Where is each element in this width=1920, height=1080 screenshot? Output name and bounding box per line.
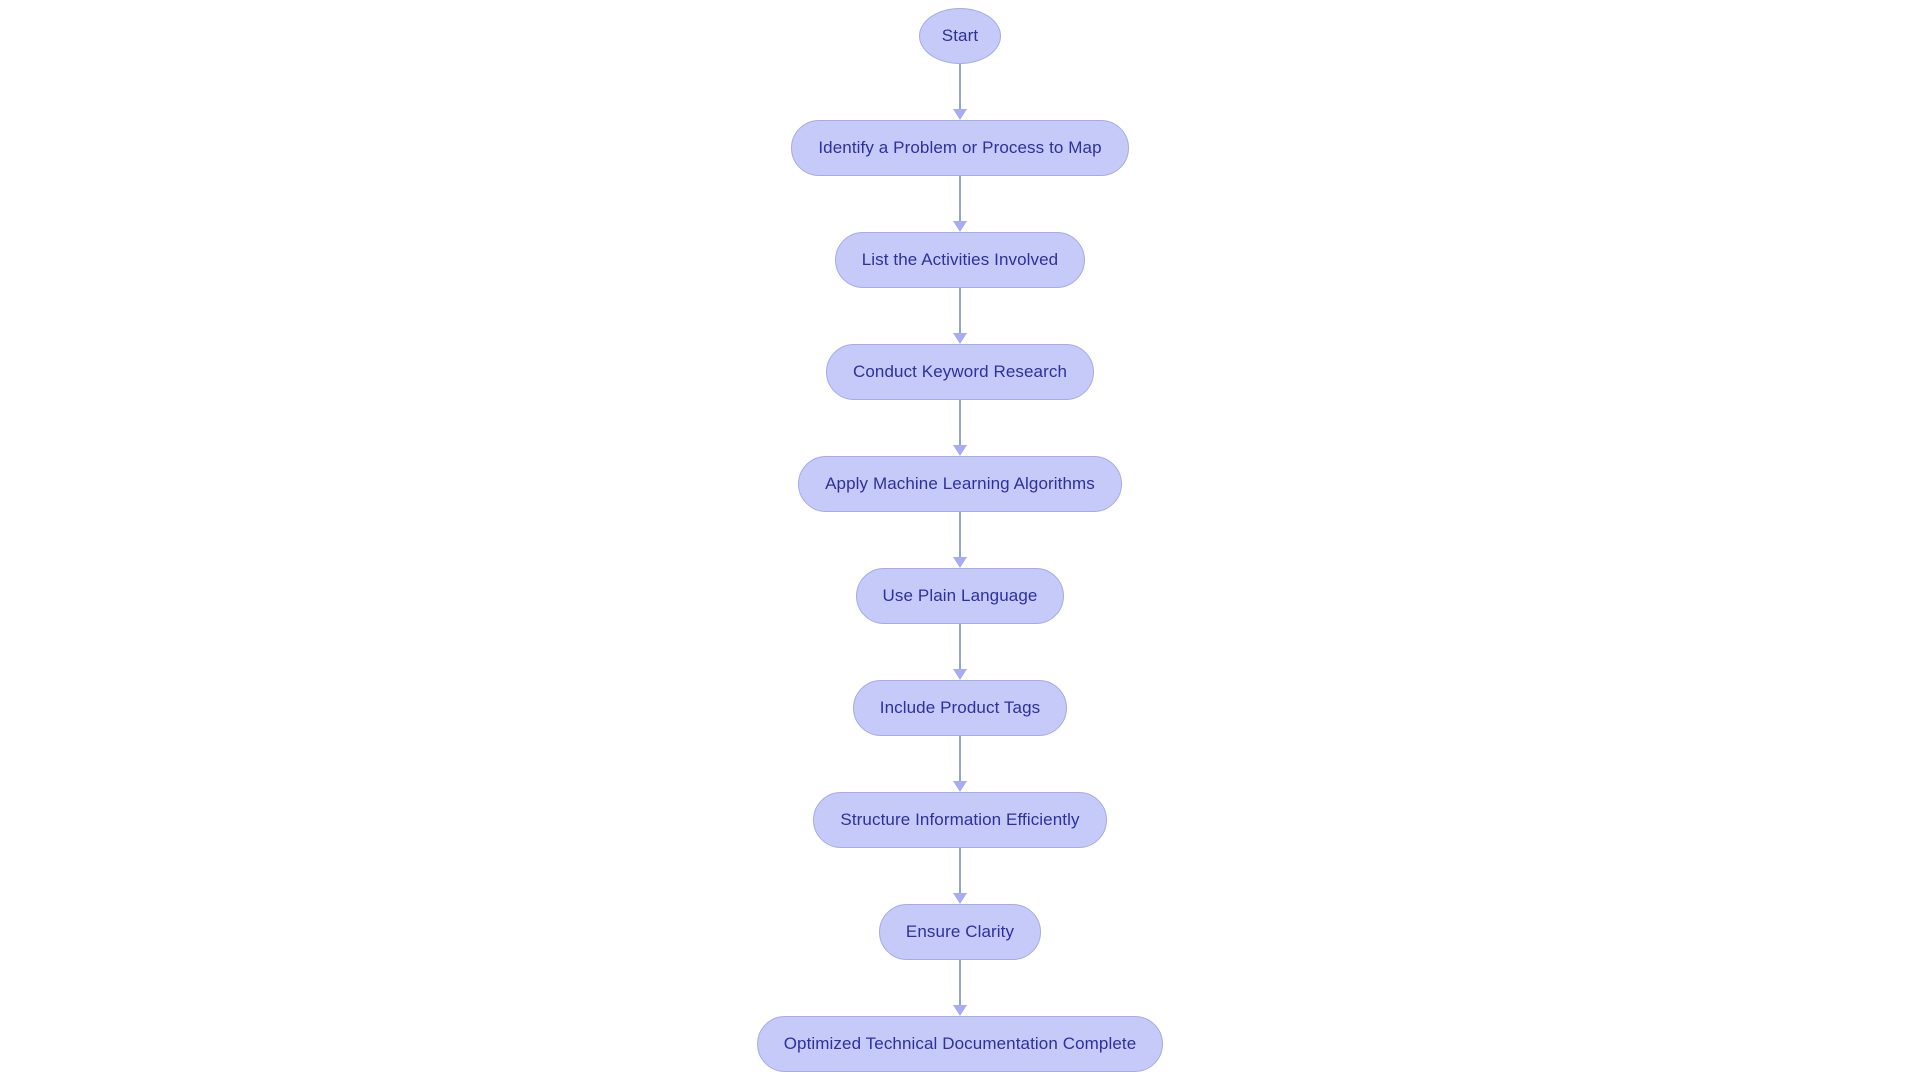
- flow-edge-ensure-clarity-to-optimized-technical-documentation-complete: [953, 960, 967, 1016]
- flow-edge-identify-a-problem-or-process-to-map-to-list-the-activities-involved: [953, 176, 967, 232]
- arrow-down-icon: [953, 1005, 967, 1016]
- flow-edge-list-the-activities-involved-to-conduct-keyword-research: [953, 288, 967, 344]
- arrow-down-icon: [953, 445, 967, 456]
- flow-node-start[interactable]: Start: [918, 8, 1002, 64]
- edge-line: [959, 736, 961, 782]
- flow-node-label: Conduct Keyword Research: [852, 362, 1068, 381]
- flowchart-node-column: Start Identify a Problem or Process to M…: [0, 0, 1920, 1080]
- flow-node-label: Apply Machine Learning Algorithms: [825, 474, 1095, 493]
- edge-line: [959, 288, 961, 334]
- flow-node-include-product-tags[interactable]: Include Product Tags: [852, 680, 1068, 736]
- flow-edge-use-plain-language-to-include-product-tags: [953, 624, 967, 680]
- edge-line: [959, 960, 961, 1006]
- flow-node-identify-a-problem-or-process-to-map[interactable]: Identify a Problem or Process to Map: [791, 120, 1129, 176]
- flow-node-structure-information-efficiently[interactable]: Structure Information Efficiently: [813, 792, 1107, 848]
- flow-edge-conduct-keyword-research-to-apply-machine-learning-algorithms: [953, 400, 967, 456]
- flowchart-canvas: Start Identify a Problem or Process to M…: [0, 0, 1920, 1080]
- arrow-down-icon: [953, 893, 967, 904]
- flow-edge-start-to-identify-a-problem-or-process-to-map: [953, 64, 967, 120]
- arrow-down-icon: [953, 557, 967, 568]
- flow-node-apply-machine-learning-algorithms[interactable]: Apply Machine Learning Algorithms: [798, 456, 1122, 512]
- flow-node-optimized-technical-documentation-complete[interactable]: Optimized Technical Documentation Comple…: [756, 1016, 1164, 1072]
- edge-line: [959, 848, 961, 894]
- flow-node-label: Start: [941, 26, 979, 45]
- flow-node-ensure-clarity[interactable]: Ensure Clarity: [878, 904, 1042, 960]
- flow-node-use-plain-language[interactable]: Use Plain Language: [855, 568, 1065, 624]
- flow-edge-apply-machine-learning-algorithms-to-use-plain-language: [953, 512, 967, 568]
- flow-node-label: Ensure Clarity: [905, 922, 1015, 941]
- arrow-down-icon: [953, 109, 967, 120]
- edge-line: [959, 176, 961, 222]
- flow-node-label: Include Product Tags: [879, 698, 1041, 717]
- flow-node-label: Optimized Technical Documentation Comple…: [783, 1034, 1137, 1053]
- flow-node-label: List the Activities Involved: [861, 250, 1059, 269]
- flow-node-label: Structure Information Efficiently: [840, 810, 1080, 829]
- edge-line: [959, 64, 961, 110]
- arrow-down-icon: [953, 333, 967, 344]
- arrow-down-icon: [953, 669, 967, 680]
- flow-edge-structure-information-efficiently-to-ensure-clarity: [953, 848, 967, 904]
- edge-line: [959, 624, 961, 670]
- arrow-down-icon: [953, 221, 967, 232]
- edge-line: [959, 512, 961, 558]
- flow-node-conduct-keyword-research[interactable]: Conduct Keyword Research: [825, 344, 1095, 400]
- edge-line: [959, 400, 961, 446]
- flow-edge-include-product-tags-to-structure-information-efficiently: [953, 736, 967, 792]
- flow-node-list-the-activities-involved[interactable]: List the Activities Involved: [834, 232, 1086, 288]
- flow-node-label: Use Plain Language: [882, 586, 1038, 605]
- flow-node-label: Identify a Problem or Process to Map: [818, 138, 1102, 157]
- arrow-down-icon: [953, 781, 967, 792]
